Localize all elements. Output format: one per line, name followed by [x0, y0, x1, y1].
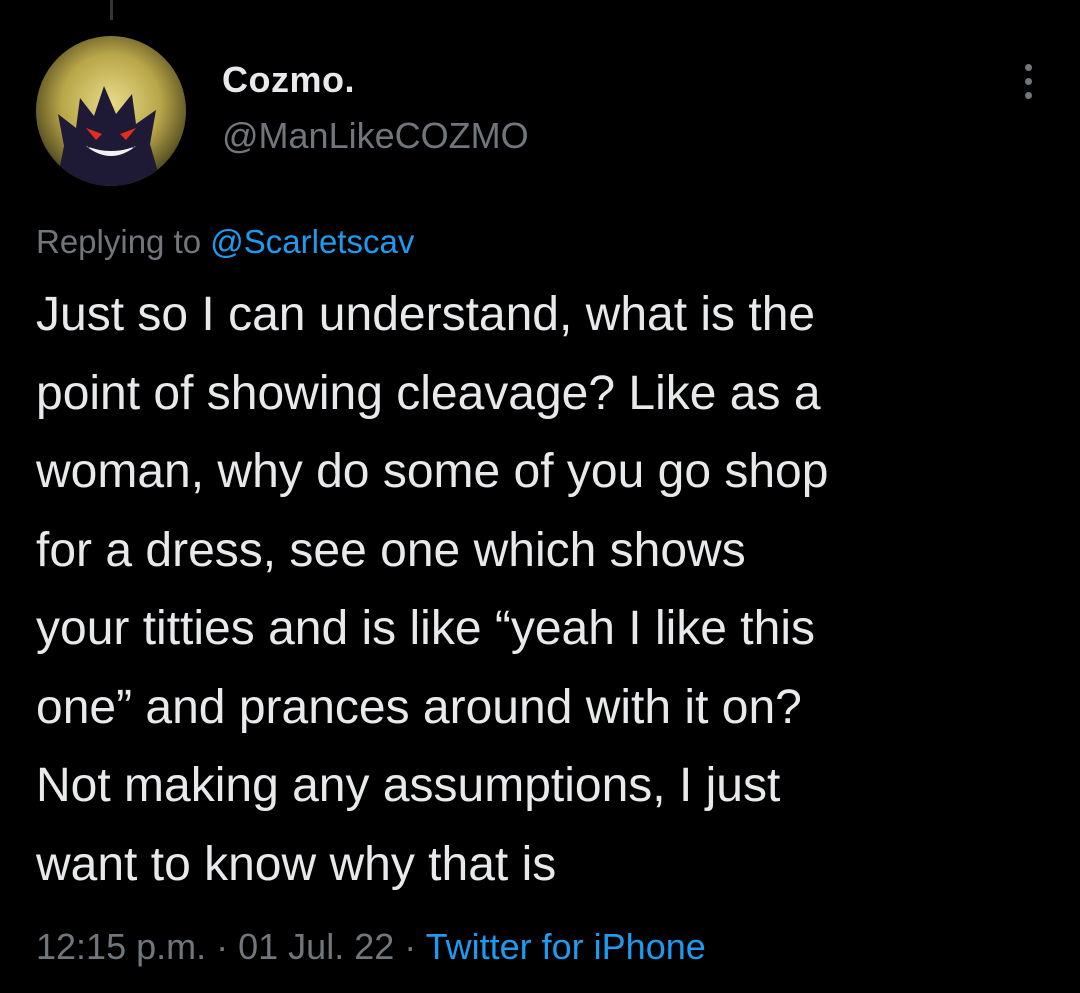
tweet-date[interactable]: 01 Jul. 22 — [238, 926, 394, 967]
tweet-source-link[interactable]: Twitter for iPhone — [426, 926, 706, 967]
avatar[interactable] — [36, 36, 186, 186]
replying-to-label: Replying to — [36, 223, 211, 260]
tweet-body-text: Just so I can understand, what is the po… — [36, 288, 829, 891]
reply-to-handle-link[interactable]: @Scarletscav — [210, 223, 414, 260]
meta-separator: · — [404, 926, 417, 967]
tweet-metadata: 12:15 p.m. · 01 Jul. 22 · Twitter for iP… — [36, 923, 706, 971]
more-options-icon[interactable] — [1014, 60, 1044, 104]
gengar-avatar-icon — [36, 36, 186, 186]
author-handle[interactable]: @ManLikeCOZMO — [222, 114, 529, 158]
replying-to-line: Replying to @Scarletscav — [36, 220, 414, 264]
meta-separator: · — [216, 926, 229, 967]
author-display-name[interactable]: Cozmo. — [222, 58, 529, 102]
thread-connector-line — [110, 0, 113, 20]
author-info: Cozmo. @ManLikeCOZMO — [222, 58, 529, 158]
tweet-time[interactable]: 12:15 p.m. — [36, 926, 206, 967]
tweet-header: Cozmo. @ManLikeCOZMO — [36, 36, 1044, 196]
